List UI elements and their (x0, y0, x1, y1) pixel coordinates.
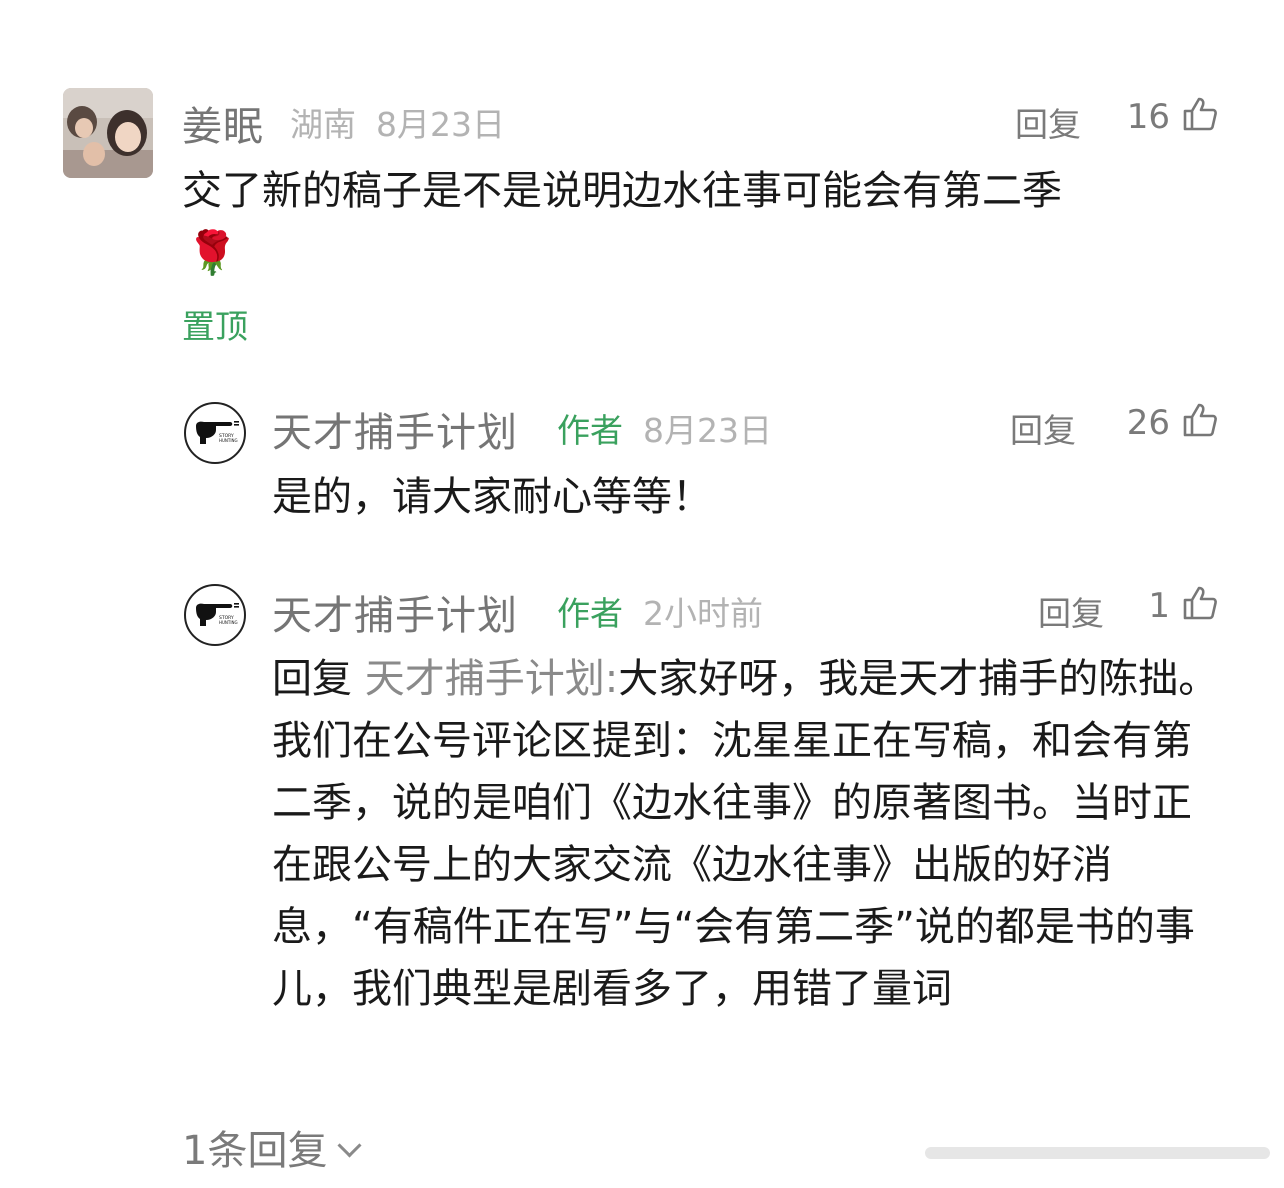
reply-like-count: 26 (1126, 403, 1170, 443)
hand-gun-logo-icon: STORY HUNTING (196, 421, 239, 444)
comment-text-content: 交了新的稿子是不是说明边水往事可能会有第二季 (182, 168, 1062, 214)
reply-text-content: 是的，请大家耐心等等！ (272, 474, 712, 520)
pinned-label: 置顶 (182, 307, 248, 346)
more-replies-label: 1条回复 (182, 1128, 328, 1174)
reply-reply-button[interactable]: 回复 (1038, 587, 1104, 635)
comment-reply-button[interactable]: 回复 (1015, 98, 1081, 146)
reply-date: 2小时前 (643, 594, 763, 633)
hand-gun-logo-icon: STORY HUNTING (196, 603, 239, 626)
author-badge: 作者 (557, 594, 623, 633)
commenter-location: 湖南 (290, 105, 356, 144)
author-badge: 作者 (557, 411, 623, 450)
rose-emoji: 🌹 (186, 228, 239, 277)
reply-reply-button[interactable]: 回复 (1010, 404, 1076, 452)
reply-to-prefix: 回复 (272, 656, 352, 702)
thumbs-up-icon[interactable] (1182, 402, 1218, 438)
reply-author-name[interactable]: 天才捕手计划 (272, 583, 518, 641)
author-avatar[interactable]: STORY HUNTING (184, 402, 246, 464)
reply-text: 回复 天才捕手计划:大家好呀，我是天才捕手的陈拙。我们在公号评论区提到：沈星星正… (272, 648, 1220, 1020)
thumbs-up-icon[interactable] (1182, 585, 1218, 621)
svg-text:HUNTING: HUNTING (219, 620, 238, 625)
comment-like-count: 16 (1126, 97, 1170, 137)
comment-thread: 姜眠 湖南 8月23日 回复 16 交了新的稿子是不是说明边水往事可能会有第二季… (0, 0, 1284, 1188)
comment-text: 交了新的稿子是不是说明边水往事可能会有第二季 (182, 160, 1222, 222)
reply-text-content: 大家好呀，我是天才捕手的陈拙。我们在公号评论区提到：沈星星正在写稿，和会有第二季… (272, 656, 1219, 1012)
reply-like-count: 1 (1148, 586, 1170, 626)
expand-replies-button[interactable]: 1条回复 (182, 1118, 362, 1176)
reply-to-target[interactable]: 天才捕手计划: (365, 656, 618, 702)
home-indicator (925, 1147, 1270, 1159)
reply-text: 是的，请大家耐心等等！ (272, 466, 1212, 528)
author-avatar[interactable]: STORY HUNTING (184, 584, 246, 646)
commenter-avatar[interactable] (63, 88, 153, 178)
thumbs-up-icon[interactable] (1182, 96, 1218, 132)
chevron-down-icon (337, 1133, 362, 1158)
svg-text:HUNTING: HUNTING (219, 438, 238, 443)
commenter-name[interactable]: 姜眠 (182, 94, 264, 152)
comment-date: 8月23日 (376, 105, 505, 144)
reply-date: 8月23日 (643, 411, 772, 450)
reply-author-name[interactable]: 天才捕手计划 (272, 400, 518, 458)
